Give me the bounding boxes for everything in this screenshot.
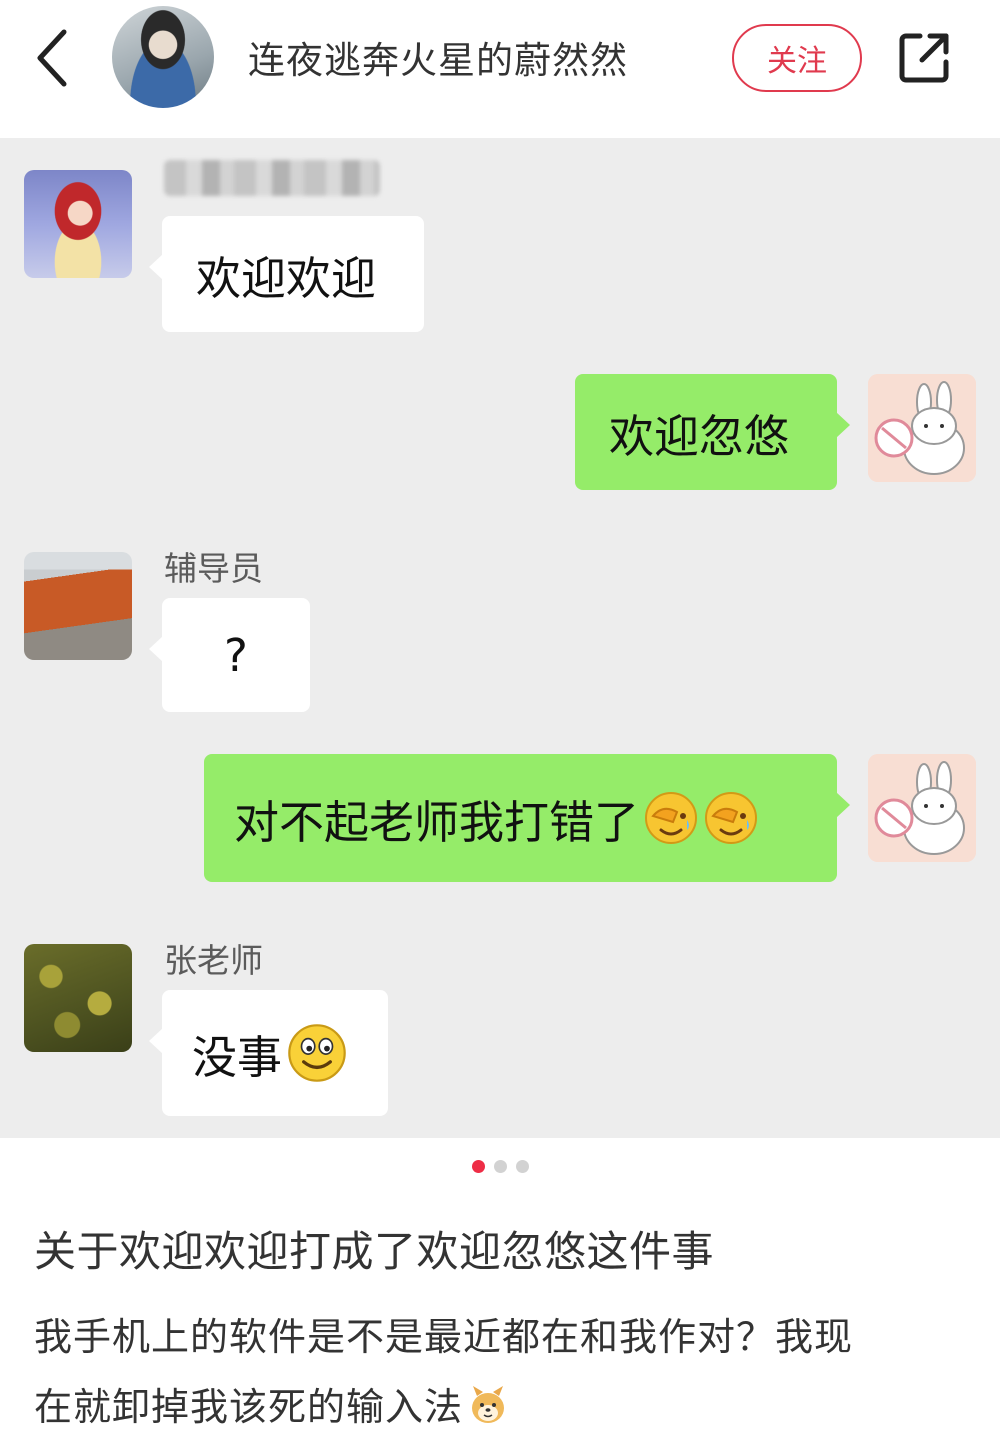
avatar-bunny	[868, 374, 976, 482]
post-body-text: 在就卸掉我该死的输入法	[34, 1385, 464, 1429]
image-pagination-dots	[0, 1160, 1000, 1173]
author-avatar[interactable]	[112, 6, 214, 108]
back-icon[interactable]	[28, 26, 80, 90]
smile-emoji	[286, 1022, 348, 1084]
sender-name: 张老师	[164, 941, 263, 980]
message-text: 欢迎欢迎	[196, 251, 377, 305]
chat-screenshot-image[interactable]: 欢迎欢迎 欢迎忽悠 辅导员 ? 对不起老师我打错了 张老师 没事	[0, 138, 1000, 1138]
chat-bubble-sent: 对不起老师我打错了	[204, 754, 850, 882]
avatar-anime-girl	[24, 170, 132, 278]
page-dot[interactable]	[515, 1160, 529, 1173]
shiba-sticker-icon	[467, 1384, 509, 1426]
post-body-line-2: 在就卸掉我该死的输入法	[34, 1372, 974, 1442]
facepalm-emoji	[703, 790, 759, 846]
message-text: ?	[224, 628, 248, 682]
post-body-line: 我手机上的软件是不是最近都在和我作对？我现	[34, 1315, 854, 1359]
facepalm-emoji	[643, 790, 699, 846]
post-header: 连夜逃奔火星的蔚然然 关注	[0, 0, 1000, 138]
message-text: 欢迎忽悠	[609, 409, 790, 463]
message-text: 没事	[192, 1030, 283, 1084]
post-detail-page: 连夜逃奔火星的蔚然然 关注 欢迎欢迎 欢迎忽悠 辅导员 ? 对不起老师我打错了 …	[0, 0, 1000, 1446]
avatar-building	[24, 552, 132, 660]
page-dot-active[interactable]	[471, 1160, 485, 1173]
chat-bubble-received: ?	[149, 598, 310, 712]
page-dot[interactable]	[493, 1160, 507, 1173]
post-body: 我手机上的软件是不是最近都在和我作对？我现 在就卸掉我该死的输入法	[34, 1302, 974, 1442]
chat-bubble-received: 没事	[149, 990, 388, 1116]
sender-name-blurred	[164, 160, 380, 196]
avatar-bushes	[24, 944, 132, 1052]
author-name[interactable]: 连夜逃奔火星的蔚然然	[248, 30, 628, 84]
follow-button[interactable]: 关注	[732, 24, 862, 92]
message-text: 对不起老师我打错了	[234, 795, 640, 849]
share-icon[interactable]	[896, 30, 952, 86]
avatar-bunny	[868, 754, 976, 862]
post-title: 关于欢迎欢迎打成了欢迎忽悠这件事	[34, 1227, 715, 1276]
chat-bubble-received: 欢迎欢迎	[149, 216, 424, 332]
sender-name: 辅导员	[164, 549, 263, 588]
chat-bubble-sent: 欢迎忽悠	[575, 374, 850, 490]
